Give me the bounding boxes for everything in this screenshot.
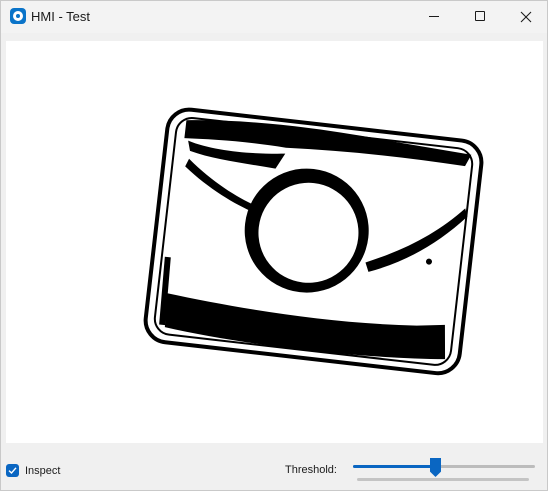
image-view[interactable]	[6, 41, 543, 443]
minimize-button[interactable]	[411, 1, 457, 33]
threshold-label: Threshold:	[285, 464, 337, 476]
app-window: HMI - Test Inspect Threshold:	[0, 0, 548, 491]
thresholded-camera-image	[143, 107, 484, 376]
title-bar[interactable]: HMI - Test	[1, 1, 547, 33]
horizontal-scrollbar[interactable]	[357, 478, 529, 481]
maximize-icon	[475, 11, 485, 21]
threshold-slider[interactable]	[353, 456, 535, 480]
slider-fill	[353, 465, 435, 468]
close-button[interactable]	[503, 1, 547, 33]
window-title: HMI - Test	[31, 9, 90, 24]
slider-thumb[interactable]	[430, 458, 441, 477]
camera-app-icon	[10, 8, 26, 24]
check-icon	[8, 467, 17, 475]
minimize-icon	[429, 16, 439, 17]
inspect-label: Inspect	[25, 465, 61, 477]
checkbox-box[interactable]	[6, 464, 19, 477]
maximize-button[interactable]	[457, 1, 503, 33]
close-icon	[520, 11, 532, 23]
